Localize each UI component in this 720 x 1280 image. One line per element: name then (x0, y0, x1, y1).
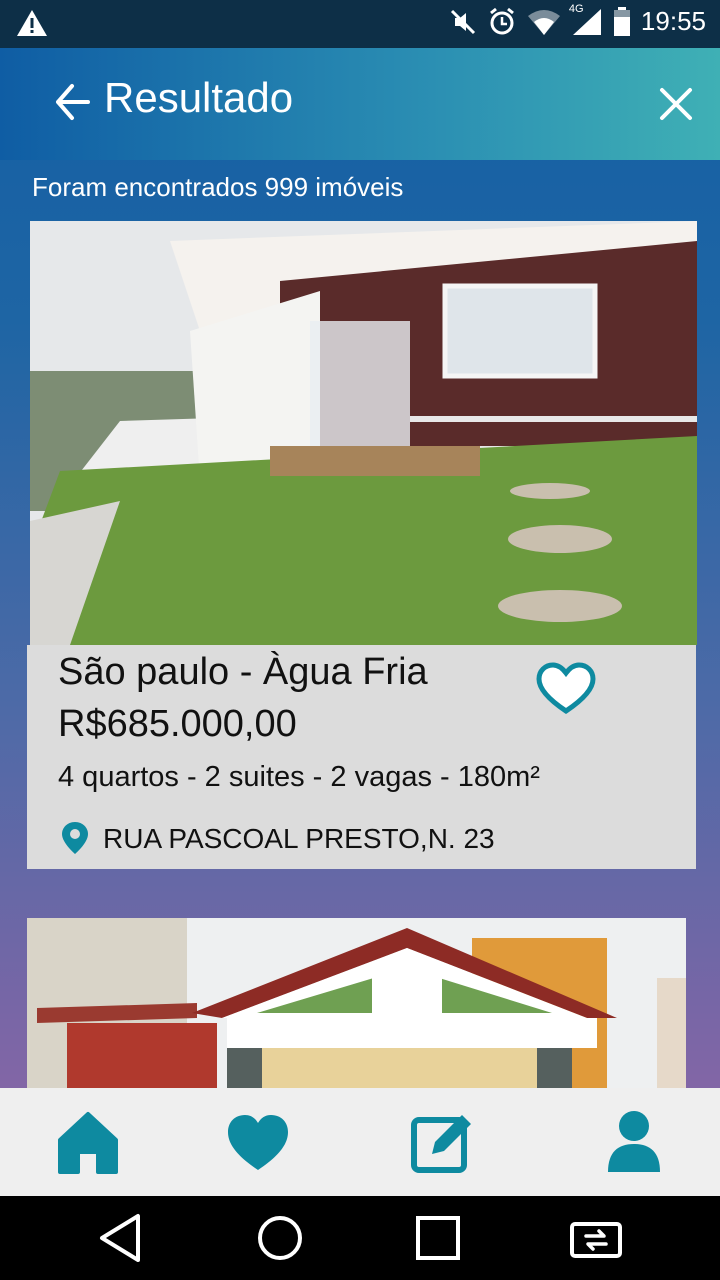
status-bar: 4G 19:55 (0, 0, 720, 48)
back-icon[interactable] (94, 1210, 150, 1266)
location-pin-icon (62, 822, 88, 854)
page-title: Resultado (104, 74, 294, 121)
listing-card-2[interactable] (27, 918, 686, 1088)
bottom-navigation (0, 1088, 720, 1196)
user-icon[interactable] (598, 1106, 670, 1178)
mute-icon (450, 9, 475, 34)
listing-card[interactable]: São paulo - Àgua Fria R$685.000,00 4 qua… (27, 221, 697, 869)
results-count: Foram encontrados 999 imóveis (32, 172, 404, 202)
clock: 19:55 (640, 6, 706, 36)
listing-location: São paulo - Àgua Fria (58, 651, 428, 693)
signal-icon (572, 8, 601, 35)
battery-icon (613, 6, 630, 36)
wifi-icon (527, 9, 560, 35)
listing-photo[interactable] (30, 221, 697, 645)
home-icon[interactable] (52, 1106, 124, 1178)
system-navigation-bar (0, 1196, 720, 1280)
edit-icon[interactable] (406, 1106, 478, 1178)
rotate-icon[interactable] (568, 1210, 624, 1266)
listing-features: 4 quartos - 2 suites - 2 vagas - 180m² (58, 761, 540, 793)
warning-icon (17, 10, 47, 36)
listing-address: RUA PASCOAL PRESTO,N. 23 (103, 823, 495, 854)
heart-icon[interactable] (222, 1106, 294, 1178)
recents-icon[interactable] (410, 1210, 466, 1266)
home-circle-icon[interactable] (252, 1210, 308, 1266)
app-bar: Resultado (0, 48, 720, 160)
alarm-icon (489, 7, 514, 34)
arrow-left-icon[interactable] (52, 82, 92, 122)
heart-outline-icon[interactable] (535, 661, 597, 717)
listing-info[interactable]: São paulo - Àgua Fria R$685.000,00 4 qua… (27, 645, 696, 869)
listing-price: R$685.000,00 (58, 703, 297, 745)
house-photo-illustration (30, 221, 697, 645)
house-photo-illustration (27, 918, 686, 1088)
close-icon[interactable] (656, 84, 696, 124)
